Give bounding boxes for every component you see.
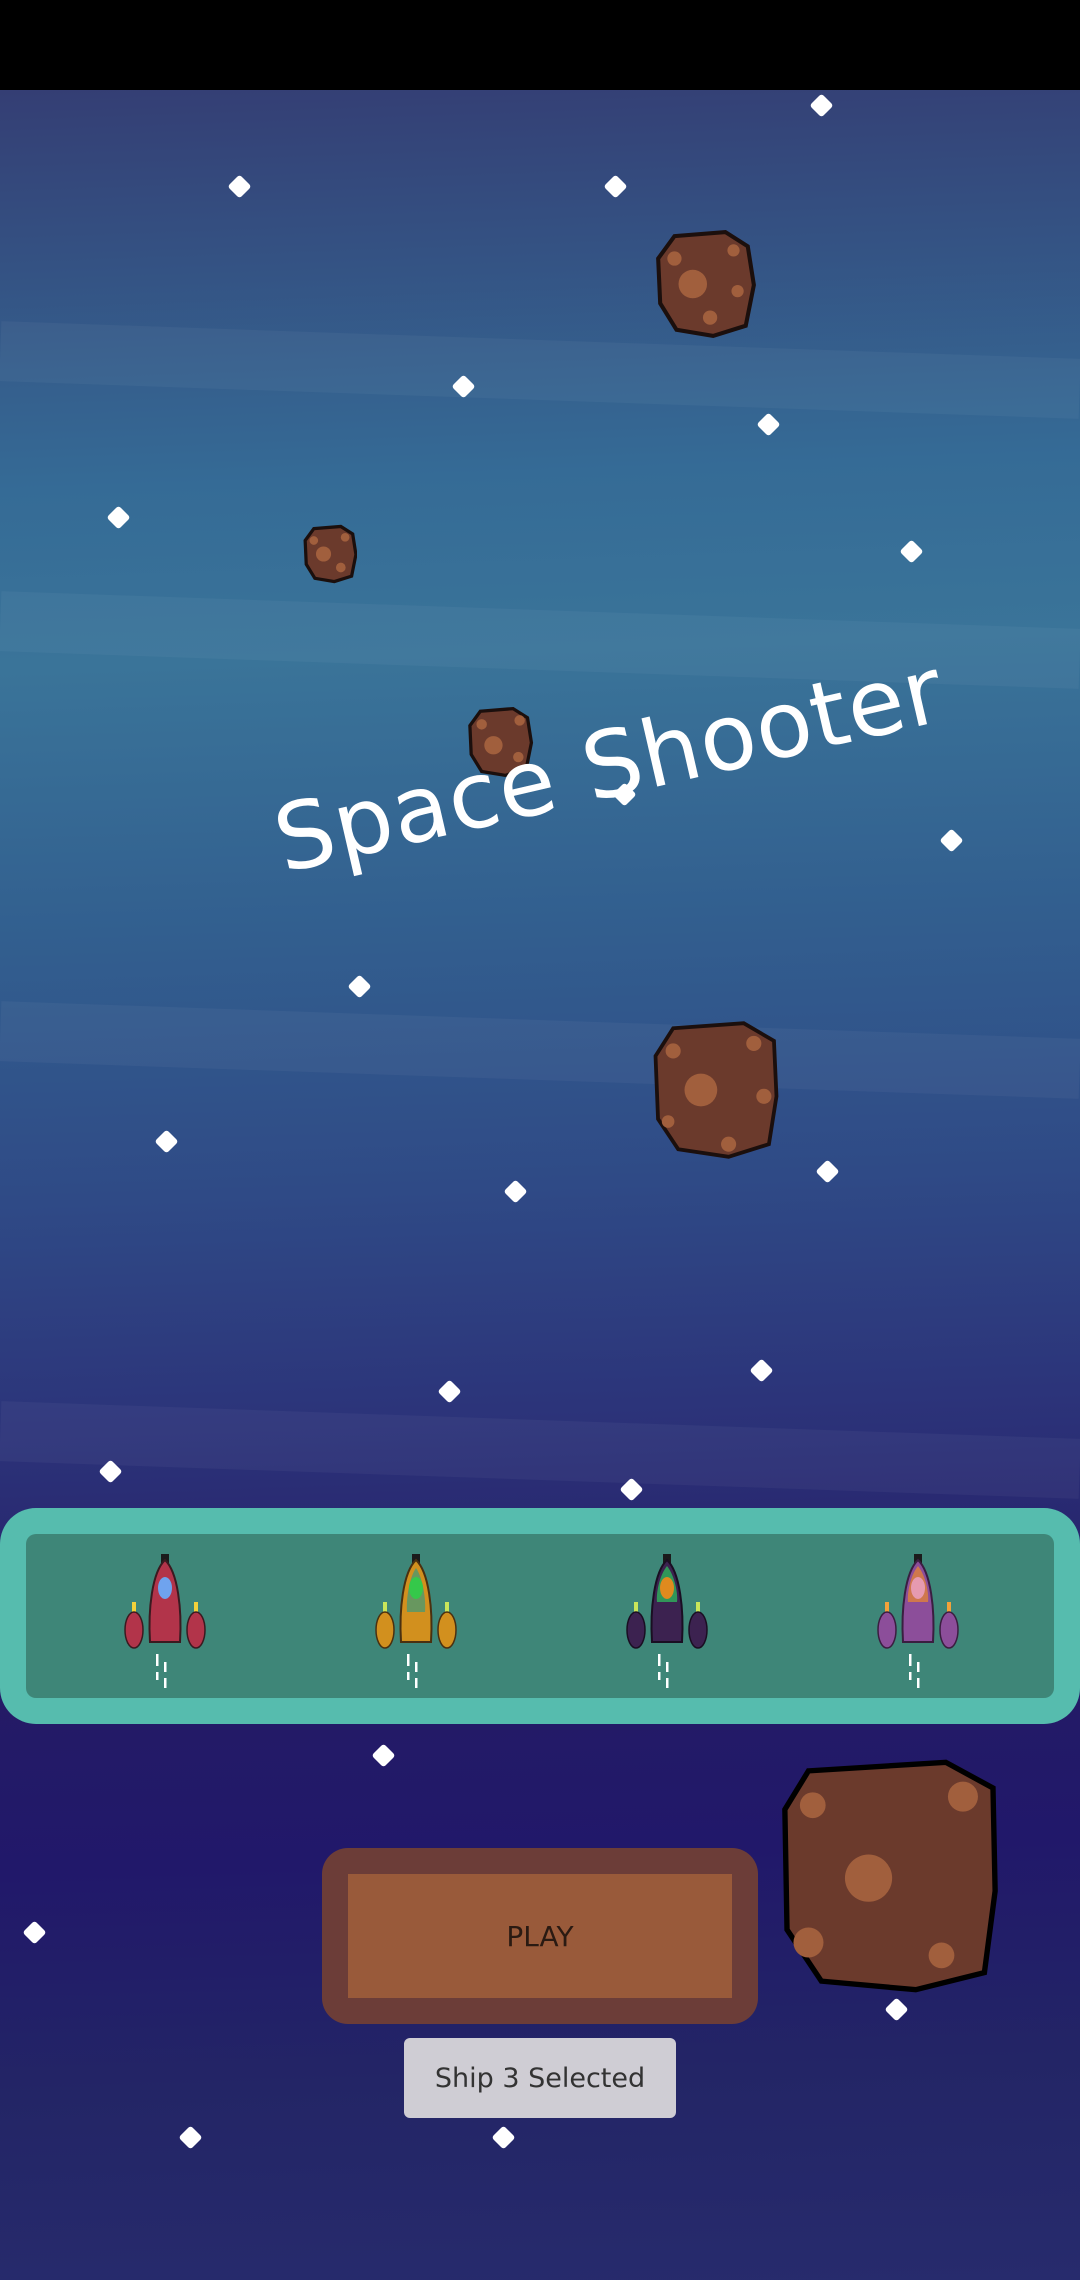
asteroid xyxy=(782,1759,998,1993)
ship-selected-label: Ship 3 Selected xyxy=(404,2038,676,2118)
play-button[interactable]: PLAY xyxy=(322,1848,758,2024)
asteroid xyxy=(656,229,756,339)
ship-selection-panel xyxy=(0,1508,1080,1724)
status-bar xyxy=(0,0,1080,90)
ship-selection-inner xyxy=(26,1534,1054,1698)
ship-1-button[interactable] xyxy=(120,1550,210,1690)
ship-4-button[interactable] xyxy=(873,1550,963,1690)
asteroid xyxy=(303,524,357,584)
asteroid xyxy=(653,1021,779,1159)
background-stripe xyxy=(0,1401,1080,1499)
background-stripe xyxy=(0,1001,1080,1099)
ship-3-button[interactable] xyxy=(622,1550,712,1690)
ship-2-button[interactable] xyxy=(371,1550,461,1690)
background-stripe xyxy=(0,321,1080,419)
play-button-label: PLAY xyxy=(348,1874,732,1998)
